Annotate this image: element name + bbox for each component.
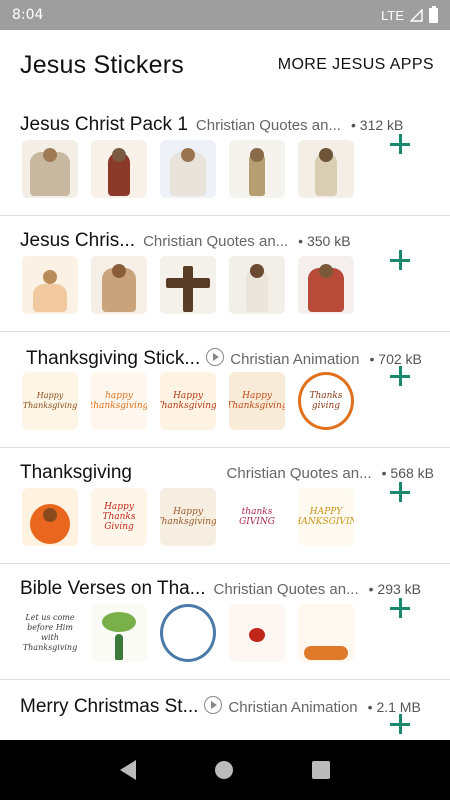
pack-item[interactable]: Bible Verses on Tha... Christian Quotes … — [0, 564, 450, 680]
cross-sticker — [160, 256, 216, 314]
status-icons: LTE — [381, 5, 438, 23]
animated-pack-icon — [204, 696, 223, 714]
pack-publisher: Christian Quotes an... — [195, 117, 341, 134]
pack-publisher: Christian Animation — [230, 351, 360, 368]
page-title: Jesus Stickers — [20, 50, 184, 79]
verse-heart-sticker — [229, 604, 285, 662]
add-pack-button[interactable] — [388, 480, 412, 504]
verse-wreath-sticker — [160, 604, 216, 662]
pack-item[interactable]: Jesus Chris... Christian Quotes an... 35… — [0, 216, 450, 332]
pack-size: 312 kB — [351, 117, 404, 133]
add-pack-button[interactable] — [388, 132, 412, 156]
bears-thanksgiving-sticker: Happy Thanksgiving! — [160, 488, 216, 546]
status-time: 8:04 — [12, 7, 44, 23]
sticker-preview-row — [22, 256, 354, 314]
animated-pack-icon — [206, 348, 225, 366]
pack-publisher: Christian Quotes an... — [213, 581, 359, 598]
happy-thanksgiving-cloud-sticker: Happy Thanksgiving — [229, 372, 285, 430]
home-icon[interactable] — [214, 761, 233, 779]
pack-name: Jesus Christ Pack 1 — [20, 114, 188, 135]
pack-name: Thanksgiving — [20, 462, 132, 483]
sticker-preview-row: Happy Thanks Giving Happy Thanksgiving! … — [22, 488, 354, 546]
status-bar: 8:04 LTE — [0, 0, 450, 30]
pack-name: Merry Christmas St... — [20, 696, 199, 717]
thanks-giving-wreath-sticker: Thanks giving — [298, 372, 354, 430]
add-pack-button[interactable] — [388, 712, 412, 736]
jesus-lamb-sticker — [229, 140, 285, 198]
pack-publisher: Christian Quotes an... — [226, 465, 372, 482]
verse-thanksgiving-sticker: Let us come before Him with Thanksgiving — [22, 604, 78, 662]
jesus-bread-sticker — [91, 140, 147, 198]
turkey-sticker — [22, 488, 78, 546]
back-icon[interactable] — [119, 760, 136, 780]
jesus-standing-sticker — [298, 140, 354, 198]
battery-icon — [429, 5, 438, 23]
pack-name: Jesus Chris... — [20, 230, 136, 251]
pack-name: Thanksgiving Stick... — [26, 348, 201, 369]
sticker-preview-row: Let us come before Him with Thanksgiving — [22, 604, 354, 662]
sticker-preview-row — [22, 140, 354, 198]
verse-pumpkins-sticker — [298, 604, 354, 662]
pack-name: Bible Verses on Tha... — [20, 578, 206, 599]
girl-praying-sticker — [22, 256, 78, 314]
happy-thanksgiving-gold-sticker: HAPPY THANKSGIVING — [298, 488, 354, 546]
network-label: LTE — [381, 7, 404, 23]
jesus-arms-open-sticker — [229, 256, 285, 314]
add-pack-button[interactable] — [388, 248, 412, 272]
verse-tree-sticker — [91, 604, 147, 662]
thanks-giving-text-sticker: thanks GIVING — [229, 488, 285, 546]
add-pack-button[interactable] — [388, 596, 412, 620]
pack-list: Jesus Christ Pack 1 Christian Quotes an.… — [0, 100, 450, 796]
pack-publisher: Christian Quotes an... — [143, 233, 289, 250]
pack-size: 568 kB — [382, 465, 434, 481]
app-bar: Jesus Stickers MORE JESUS APPS — [0, 30, 450, 100]
more-apps-button[interactable]: MORE JESUS APPS — [278, 56, 434, 74]
system-nav-bar — [0, 740, 450, 800]
jesus-portrait-sticker — [160, 140, 216, 198]
pack-publisher: Christian Animation — [228, 699, 358, 716]
pack-size: 350 kB — [298, 233, 351, 249]
add-pack-button[interactable] — [388, 364, 412, 388]
pack-size: 293 kB — [369, 581, 421, 597]
pack-item[interactable]: Jesus Christ Pack 1 Christian Quotes an.… — [0, 100, 450, 216]
pack-item[interactable]: Thanksgiving Christian Quotes an... 568 … — [0, 448, 450, 564]
signal-icon — [410, 8, 423, 22]
pack-item[interactable]: Thanksgiving Stick... Christian Animatio… — [0, 332, 450, 448]
sticker-preview-row: Happy Thanksgiving happy thanksgiving Ha… — [22, 372, 354, 430]
happy-thanks-giving-turkey-sticker: Happy Thanks Giving — [91, 488, 147, 546]
happy-thanksgiving-script-sticker: happy thanksgiving — [91, 372, 147, 430]
thanksgiving-banner-sticker: Happy Thanksgiving — [22, 372, 78, 430]
jesus-risen-sticker — [298, 256, 354, 314]
recent-apps-icon[interactable] — [312, 761, 331, 779]
jesus-embrace-sticker — [91, 256, 147, 314]
jesus-group-sticker — [22, 140, 78, 198]
turkey-thanksgiving-sticker: Happy Thanksgiving! — [160, 372, 216, 430]
